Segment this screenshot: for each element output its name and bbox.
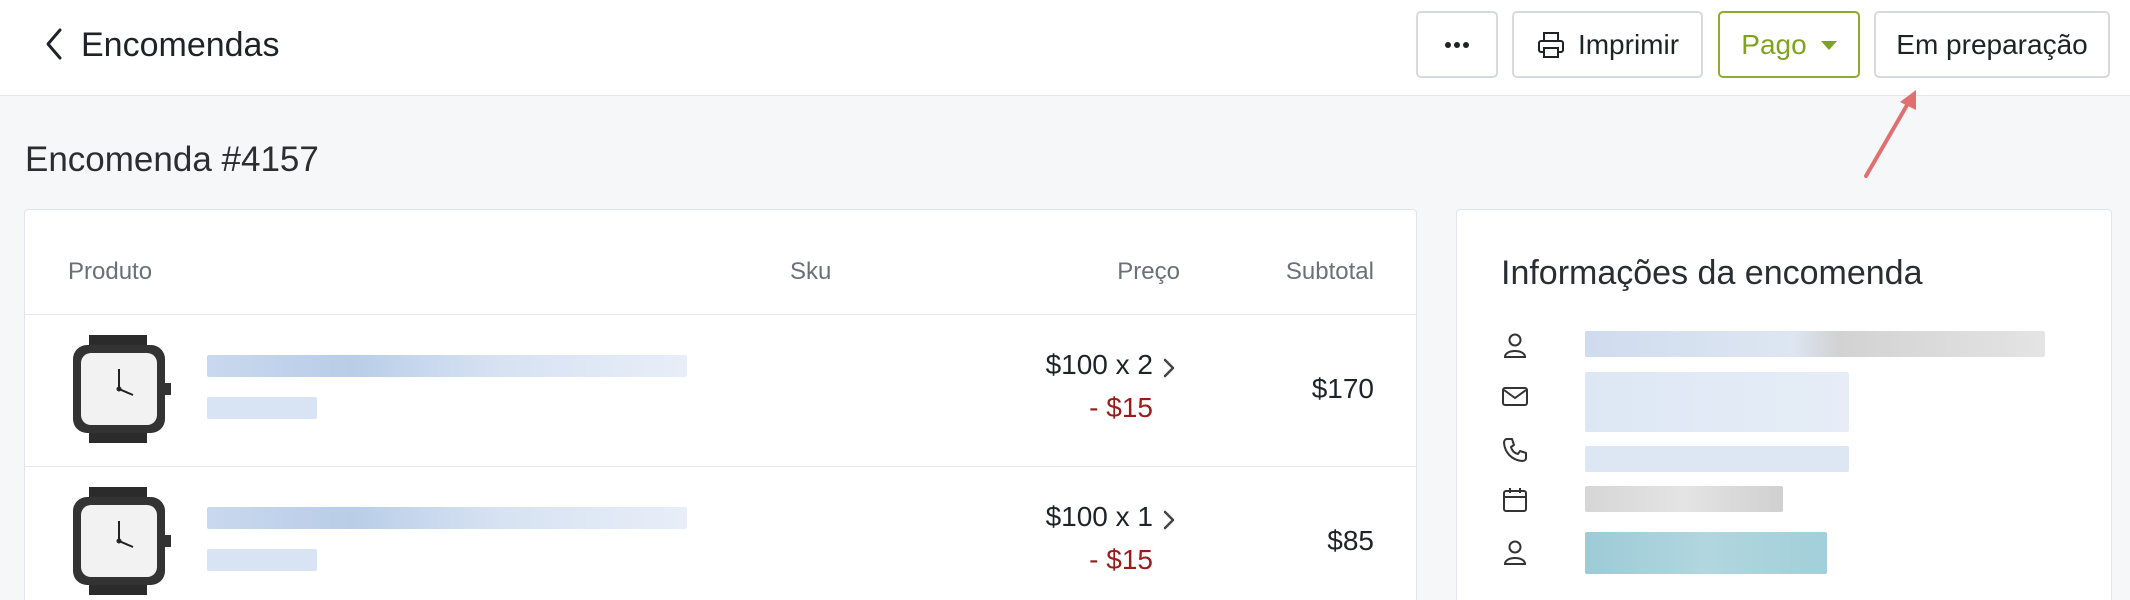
- assigned-user-redacted: [1585, 532, 1827, 574]
- product-name-redacted: [207, 355, 687, 377]
- product-name-redacted: [207, 507, 687, 529]
- product-watch-image: [67, 487, 175, 595]
- table-row[interactable]: $100 x 1 - $15 $85: [25, 467, 1416, 600]
- order-info-card: Informações da encomenda: [1456, 209, 2112, 600]
- discount-amount: - $15: [1089, 544, 1153, 575]
- printer-icon: [1537, 31, 1564, 58]
- more-actions-button[interactable]: [1416, 11, 1498, 78]
- customer-phone-row: [1501, 430, 2061, 472]
- customer-email-redacted: [1585, 372, 1849, 432]
- top-bar: Encomendas Imprimir Pago Em preparação: [0, 0, 2130, 96]
- phone-icon: [1503, 438, 1527, 462]
- order-items-card: Produto Sku Preço Subtotal $100 x 2 - $1…: [24, 209, 1417, 600]
- more-dots-icon: [1445, 41, 1469, 48]
- row-subtotal: $170: [1311, 373, 1374, 404]
- fulfillment-status-label: Em preparação: [1896, 28, 2088, 60]
- table-row[interactable]: $100 x 2 - $15 $170: [25, 315, 1416, 467]
- order-date-redacted: [1585, 486, 1783, 512]
- column-header-sku: Sku: [790, 258, 832, 285]
- customer-phone-redacted: [1585, 446, 1849, 472]
- print-button[interactable]: Imprimir: [1512, 11, 1703, 78]
- customer-email-row: [1501, 372, 2061, 432]
- fulfillment-status-button[interactable]: Em preparação: [1874, 11, 2110, 78]
- print-label: Imprimir: [1577, 28, 1680, 60]
- product-variant-redacted: [207, 397, 317, 419]
- chevron-right-icon[interactable]: [1162, 357, 1176, 379]
- unit-price-quantity: $100 x 2: [1045, 349, 1153, 380]
- order-date-row: [1501, 480, 2061, 520]
- unit-price-quantity: $100 x 1: [1045, 501, 1153, 532]
- column-header-price: Preço: [1117, 258, 1180, 285]
- mail-icon: [1502, 387, 1528, 406]
- back-chevron-icon[interactable]: [40, 24, 70, 64]
- user-icon: [1503, 540, 1527, 565]
- order-info-title: Informações da encomenda: [1501, 254, 1923, 292]
- product-variant-redacted: [207, 549, 317, 571]
- page-title: Encomendas: [81, 26, 280, 64]
- user-icon: [1503, 333, 1527, 358]
- caret-down-icon: [1820, 41, 1837, 50]
- order-title: Encomenda #4157: [25, 140, 319, 179]
- annotation-arrow-icon: [1864, 90, 1916, 178]
- customer-name-row: [1501, 325, 2061, 365]
- assigned-user-row: [1501, 532, 2061, 574]
- chevron-right-icon[interactable]: [1162, 509, 1176, 531]
- product-watch-image: [67, 335, 175, 443]
- payment-status-label: Pago: [1741, 28, 1807, 60]
- column-header-subtotal: Subtotal: [1285, 258, 1374, 285]
- customer-name-redacted: [1585, 331, 2045, 357]
- column-header-product: Produto: [68, 258, 153, 285]
- calendar-icon: [1503, 488, 1527, 512]
- discount-amount: - $15: [1089, 392, 1153, 423]
- payment-status-dropdown[interactable]: Pago: [1718, 11, 1860, 78]
- row-subtotal: $85: [1327, 525, 1374, 556]
